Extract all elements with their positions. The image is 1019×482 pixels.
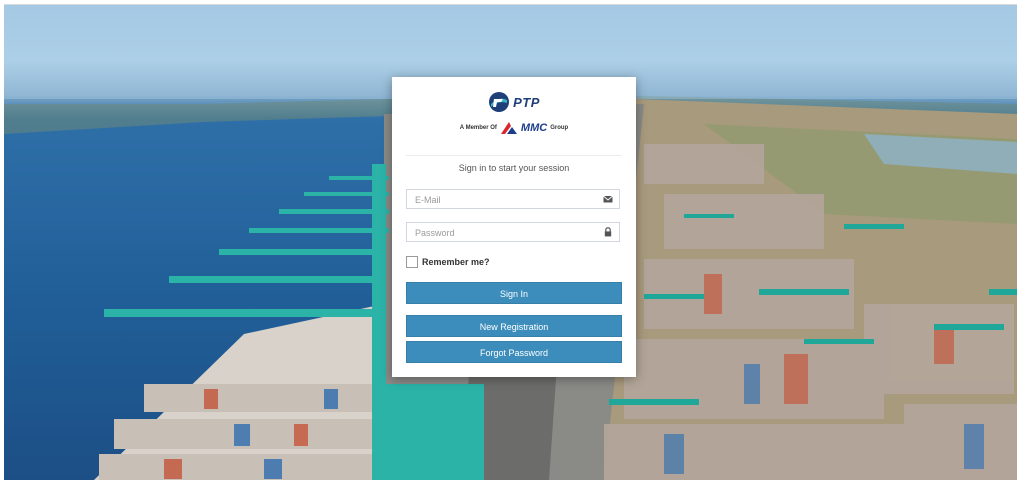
login-box: PTP A Member Of MMC Group Sign in to sta… <box>392 77 636 377</box>
new-registration-button[interactable]: New Registration <box>406 315 622 337</box>
email-input[interactable] <box>407 191 595 209</box>
sign-in-button[interactable]: Sign In <box>406 282 622 304</box>
member-of-label: A Member Of <box>459 125 497 131</box>
password-input[interactable] <box>407 224 595 242</box>
ptp-logo-text: PTP <box>513 94 540 110</box>
session-message: Sign in to start your session <box>458 163 570 173</box>
remember-me-label[interactable]: Remember me? <box>422 257 490 267</box>
remember-me-row[interactable]: Remember me? <box>406 254 490 270</box>
password-field[interactable] <box>406 222 620 242</box>
remember-me-checkbox[interactable] <box>406 256 418 268</box>
ptp-logo: PTP <box>392 89 636 115</box>
email-field[interactable] <box>406 189 620 209</box>
divider <box>406 155 622 156</box>
mmc-logo-text: MMC <box>520 122 548 134</box>
group-label: Group <box>550 125 569 131</box>
background-photo: PTP A Member Of MMC Group Sign in to sta… <box>4 4 1017 480</box>
mmc-logo-icon <box>500 122 517 134</box>
ptp-logo-icon <box>489 92 510 112</box>
forgot-password-button[interactable]: Forgot Password <box>406 341 622 363</box>
envelope-icon <box>603 195 613 203</box>
lock-icon <box>604 227 612 237</box>
member-of-mmc: A Member Of MMC Group <box>392 119 636 137</box>
logo-area: PTP A Member Of MMC Group <box>392 77 636 151</box>
